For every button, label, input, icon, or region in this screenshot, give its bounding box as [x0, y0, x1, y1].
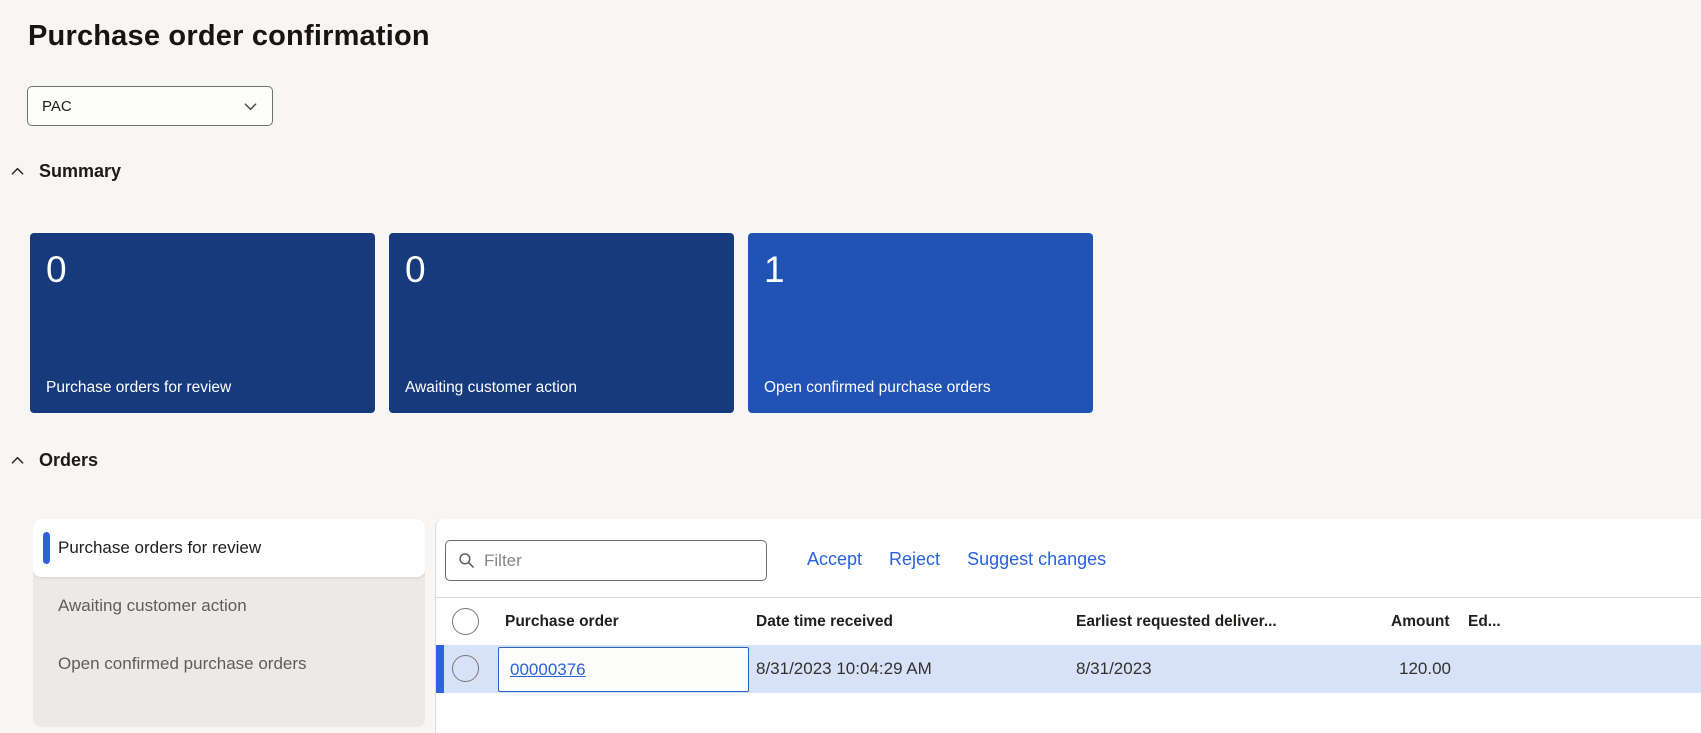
tile-count: 1 [764, 249, 785, 290]
record-selector-value: PAC [42, 97, 72, 115]
date-time-received-cell: 8/31/2023 10:04:29 AM [756, 659, 932, 678]
earliest-requested-delivery-cell: 8/31/2023 [1076, 659, 1152, 678]
amount-cell: 120.00 [1399, 659, 1451, 678]
search-icon [459, 553, 474, 568]
nav-item-label: Open confirmed purchase orders [58, 654, 307, 673]
orders-heading: Orders [39, 450, 99, 470]
row-select-radio[interactable] [452, 655, 479, 682]
selected-indicator-bar [43, 532, 50, 564]
orders-content-panel: Accept Reject Suggest changes Purchase o… [435, 519, 1701, 733]
orders-nav-panel: Purchase orders for review Awaiting cust… [33, 519, 425, 727]
tile-awaiting-customer-action[interactable]: 0 Awaiting customer action [389, 233, 734, 413]
summary-heading: Summary [39, 161, 122, 181]
purchase-order-link[interactable]: 00000376 [510, 660, 586, 680]
summary-section-header[interactable]: Summary [10, 161, 121, 182]
nav-item-awaiting-customer-action[interactable]: Awaiting customer action [33, 577, 425, 635]
tile-purchase-orders-for-review[interactable]: 0 Purchase orders for review [30, 233, 375, 413]
row-selected-indicator-bar [436, 645, 444, 693]
filter-input[interactable] [484, 550, 754, 571]
column-header-purchase-order[interactable]: Purchase order [505, 598, 619, 645]
select-all-radio[interactable] [452, 608, 479, 635]
filter-field[interactable] [445, 540, 767, 581]
record-selector-dropdown[interactable]: PAC [27, 86, 273, 126]
table-row[interactable]: 00000376 8/31/2023 10:04:29 AM 8/31/2023… [436, 645, 1701, 693]
suggest-changes-button[interactable]: Suggest changes [967, 549, 1106, 570]
column-header-amount[interactable]: Amount [1391, 598, 1450, 645]
column-header-earliest-requested-delivery[interactable]: Earliest requested deliver... [1076, 598, 1277, 645]
summary-tiles: 0 Purchase orders for review 0 Awaiting … [30, 233, 1093, 413]
column-header-edit[interactable]: Ed... [1468, 598, 1501, 645]
nav-item-open-confirmed-purchase-orders[interactable]: Open confirmed purchase orders [33, 635, 425, 693]
tile-open-confirmed-purchase-orders[interactable]: 1 Open confirmed purchase orders [748, 233, 1093, 413]
nav-item-label: Awaiting customer action [58, 596, 247, 615]
grid-action-links: Accept Reject Suggest changes [807, 549, 1106, 570]
page-title: Purchase order confirmation [28, 20, 430, 52]
chevron-down-icon [244, 102, 257, 110]
purchase-order-cell[interactable]: 00000376 [498, 647, 749, 692]
nav-item-purchase-orders-for-review[interactable]: Purchase orders for review [33, 519, 425, 577]
collapse-chevron-up-icon[interactable] [10, 453, 25, 468]
tile-label: Purchase orders for review [46, 379, 232, 396]
tile-label: Awaiting customer action [405, 379, 578, 396]
collapse-chevron-up-icon[interactable] [10, 164, 25, 179]
tile-label: Open confirmed purchase orders [764, 379, 991, 396]
orders-section-header[interactable]: Orders [10, 450, 98, 471]
tile-count: 0 [405, 249, 426, 290]
column-header-date-time-received[interactable]: Date time received [756, 598, 893, 645]
grid-header-row: Purchase order Date time received Earlie… [436, 598, 1701, 645]
purchase-order-confirmation-page: Purchase order confirmation PAC Summary … [0, 0, 1701, 733]
accept-button[interactable]: Accept [807, 549, 862, 570]
tile-count: 0 [46, 249, 67, 290]
reject-button[interactable]: Reject [889, 549, 940, 570]
nav-item-label: Purchase orders for review [58, 538, 262, 557]
